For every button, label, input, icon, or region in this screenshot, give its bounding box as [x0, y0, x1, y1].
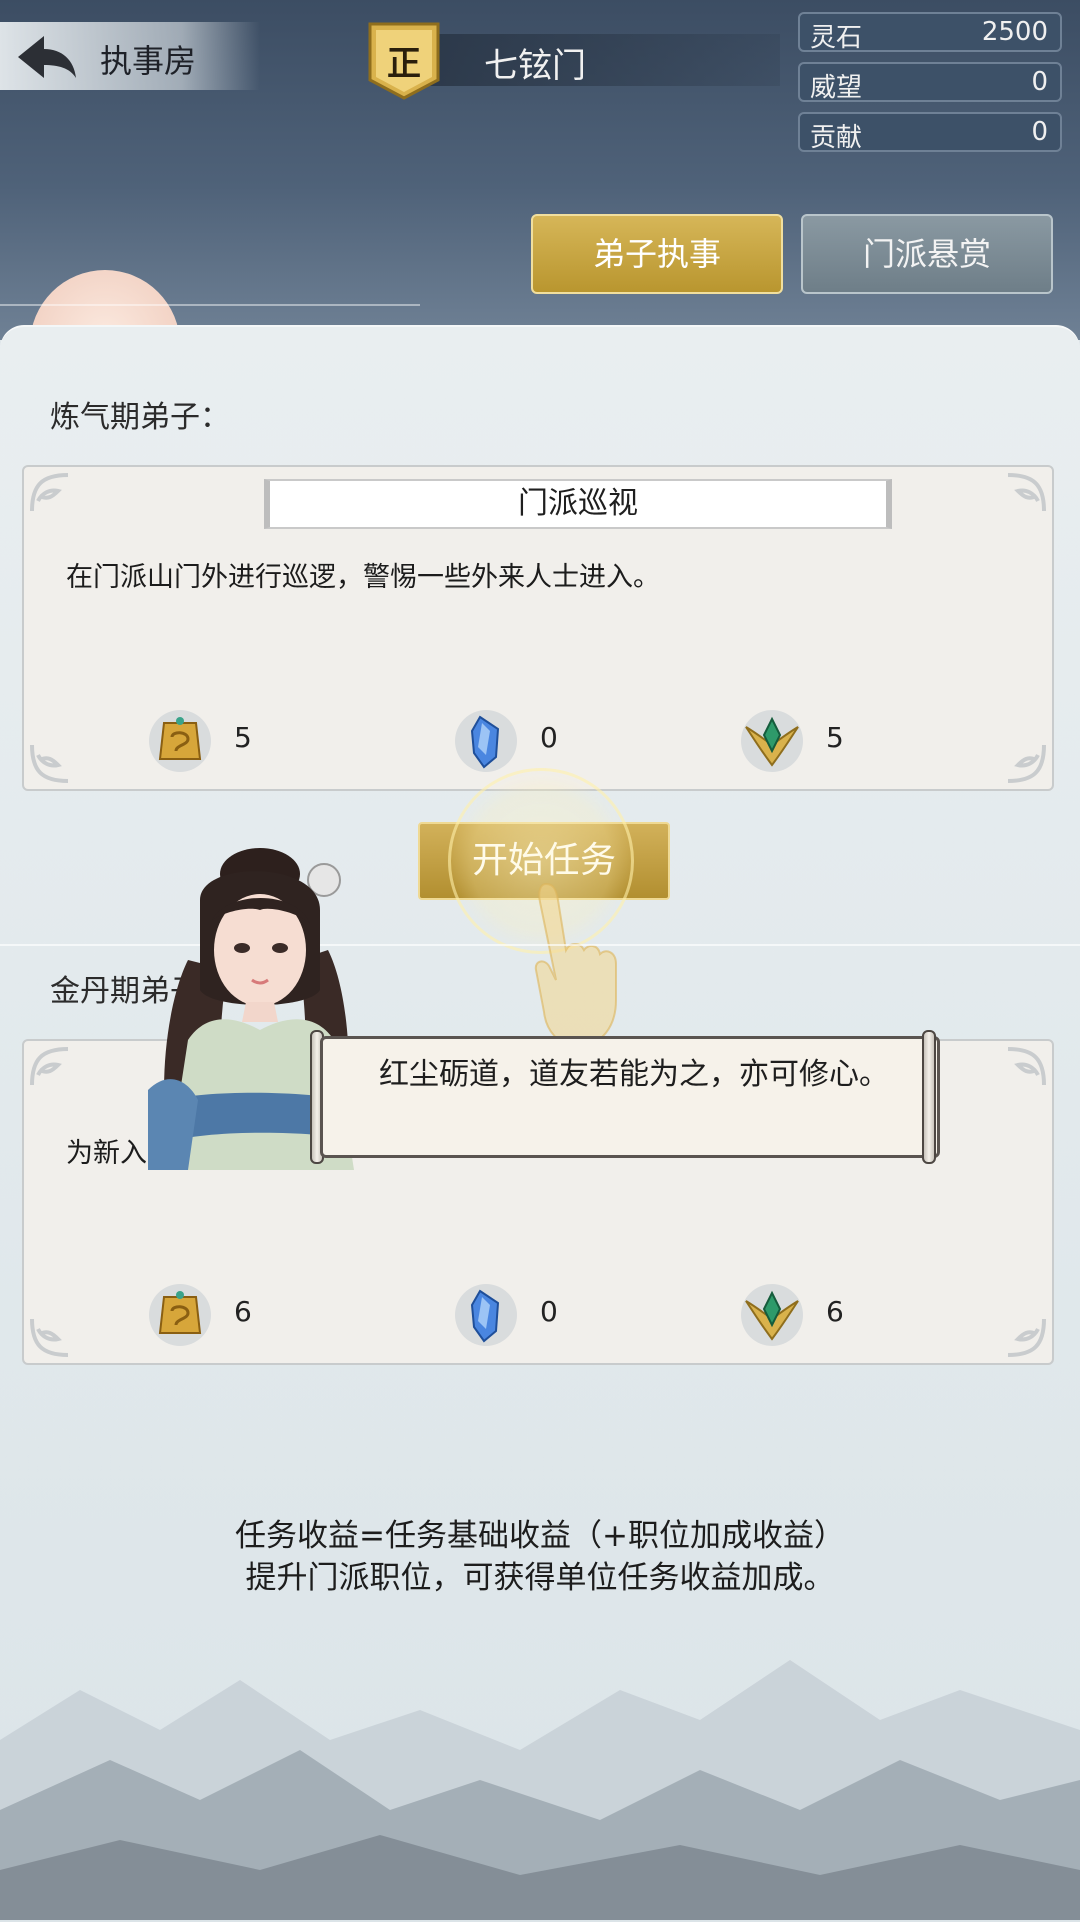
contribution-token-icon [149, 1284, 211, 1346]
resource-value: 0 [1031, 67, 1048, 97]
corner-ornament-icon [1007, 1318, 1046, 1357]
pointing-hand-icon [534, 882, 617, 1048]
reward-value: 6 [234, 1295, 252, 1328]
back-arrow-icon[interactable] [14, 32, 80, 82]
prestige-emblem-icon [741, 1284, 803, 1346]
sect-name: 七铉门 [484, 46, 586, 86]
resource-value: 2500 [981, 17, 1048, 47]
task-title: 门派巡视 [264, 479, 892, 529]
reward-value: 0 [540, 721, 558, 754]
resource-label: 灵石 [810, 23, 863, 53]
cloud-line [0, 304, 420, 306]
corner-ornament-icon [30, 1047, 69, 1086]
corner-ornament-icon [30, 1318, 69, 1357]
section-label: 炼气期弟子： [50, 400, 230, 435]
resource-spirit-stone: 灵石 2500 [798, 12, 1062, 53]
corner-ornament-icon [30, 744, 69, 783]
reward-value: 0 [540, 1295, 558, 1328]
contribution-token-icon [149, 710, 211, 772]
corner-ornament-icon [1007, 473, 1046, 512]
resource-contribution: 贡献 0 [798, 112, 1062, 153]
page-title: 执事房 [100, 42, 197, 80]
resource-prestige: 威望 0 [798, 62, 1062, 103]
guide-dialog: 红尘砺道，道友若能为之，亦可修心。 [320, 1036, 940, 1158]
guide-dialog-text: 红尘砺道，道友若能为之，亦可修心。 [379, 1057, 889, 1092]
corner-ornament-icon [1007, 1047, 1046, 1086]
reward-formula-text: 任务收益=任务基础收益（+职位加成收益） [235, 1518, 845, 1554]
spirit-stone-icon [455, 710, 517, 772]
reward-value: 5 [234, 721, 252, 754]
reward-value: 6 [826, 1295, 844, 1328]
mountains-decoration [0, 1660, 1080, 1920]
corner-ornament-icon [30, 473, 69, 512]
sect-name-banner [420, 34, 780, 86]
resource-label: 威望 [810, 73, 863, 103]
corner-ornament-icon [1007, 744, 1046, 783]
task-description: 在门派山门外进行巡逻，警惕一些外来人士进入。 [66, 562, 660, 593]
task-card: 门派巡视 在门派山门外进行巡逻，警惕一些外来人士进入。 5 0 5 [22, 465, 1054, 791]
rank-bonus-hint: 提升门派职位，可获得单位任务收益加成。 [245, 1560, 835, 1596]
sect-badge-label: 正 [387, 44, 421, 84]
scroll-roller-right [922, 1030, 936, 1164]
reward-value: 5 [826, 721, 844, 754]
prestige-emblem-icon [741, 710, 803, 772]
tab-sect-bounty[interactable]: 门派悬赏 [801, 214, 1053, 294]
resource-value: 0 [1031, 117, 1048, 147]
tab-disciple-duty[interactable]: 弟子执事 [531, 214, 783, 294]
resource-label: 贡献 [810, 123, 863, 153]
spirit-stone-icon [455, 1284, 517, 1346]
